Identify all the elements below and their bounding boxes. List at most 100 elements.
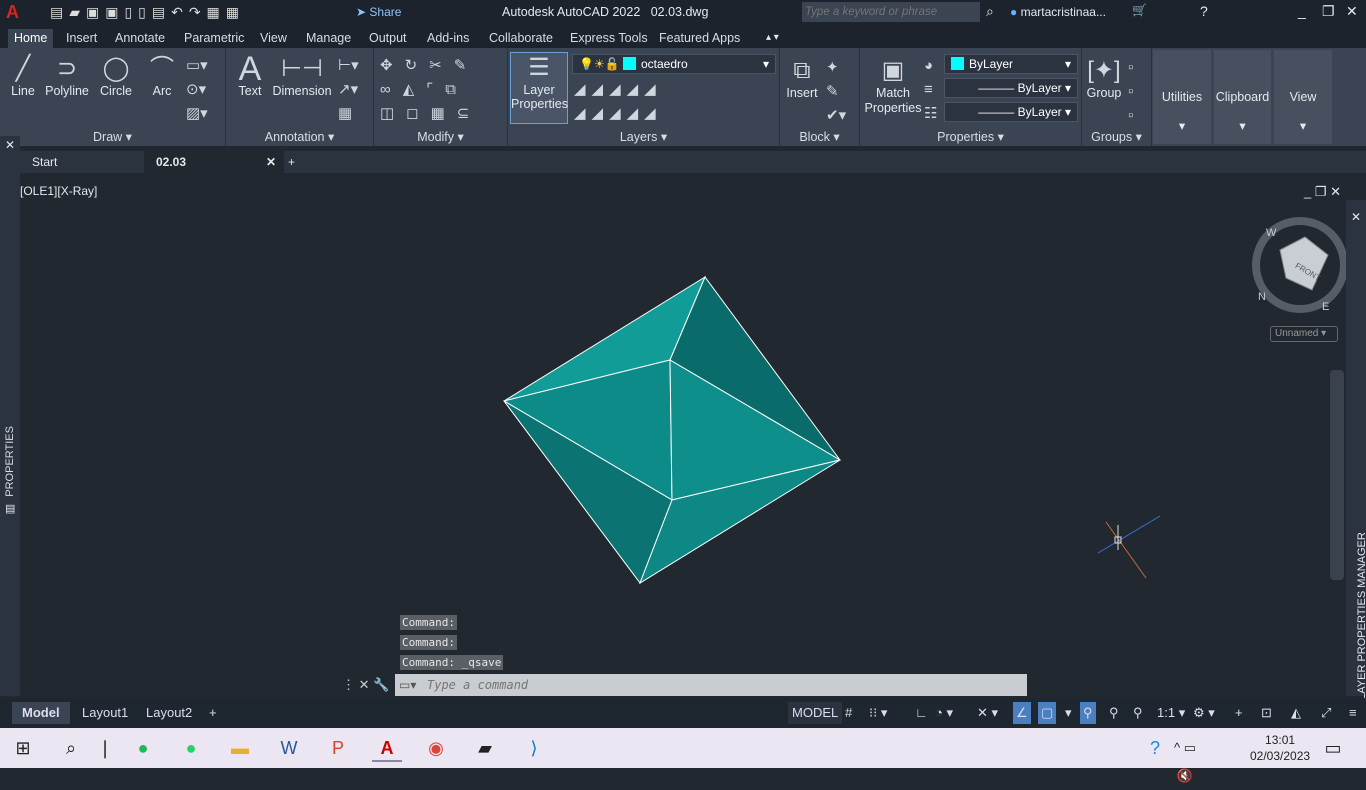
layer-properties-button[interactable]: ☰ Layer Properties	[510, 52, 568, 124]
task-view-icon[interactable]: ❘	[90, 734, 120, 762]
tab-view[interactable]: View	[254, 29, 293, 48]
tab-parametric[interactable]: Parametric	[178, 29, 250, 48]
file-tab-current[interactable]: 02.03 ✕	[144, 151, 284, 173]
command-prompt-icon[interactable]: ▭▾	[399, 678, 416, 692]
annotation-visibility-icon[interactable]: ⚲	[1080, 702, 1096, 724]
layer-tools-row1[interactable]: ◢◢◢◢◢	[574, 80, 662, 98]
linear-dimension-icon[interactable]: ⊢▾	[338, 56, 359, 74]
notifications-icon[interactable]: ▭	[1318, 734, 1348, 762]
workspace-gear-icon[interactable]: ⚙ ▾	[1190, 702, 1218, 724]
object-snap-tracking-icon[interactable]: ∠	[1013, 702, 1031, 724]
add-layout-button[interactable]: +	[206, 702, 220, 724]
utilities-button[interactable]: Utilities ▾	[1153, 50, 1211, 144]
properties-panel-title[interactable]: Properties ▾	[860, 129, 1081, 144]
circle-tool[interactable]: ◯ Circle	[96, 54, 136, 98]
command-line-controls[interactable]: ⋮ ✕ 🔧	[342, 677, 389, 693]
snap-icon[interactable]: ⁝⁝ ▾	[866, 702, 890, 724]
lineweight-dropdown[interactable]: ——— ByLayer ▾	[944, 102, 1078, 122]
match-properties-button[interactable]: ▣ Match Properties	[864, 56, 922, 116]
group-button[interactable]: [✦] Group	[1084, 56, 1124, 100]
share-button[interactable]: ➤ Share	[356, 5, 401, 19]
annotation-scale[interactable]: 1:1 ▾	[1154, 702, 1188, 724]
view-button[interactable]: View ▾	[1274, 50, 1332, 144]
named-view-dropdown[interactable]: Unnamed ▾	[1270, 326, 1338, 342]
block-tools[interactable]: ✦ ✎ ✔▾	[826, 56, 846, 128]
properties-palette-label[interactable]: PROPERTIES	[4, 426, 16, 497]
isodraft-icon[interactable]: ✕ ▾	[974, 702, 1001, 724]
spotify-icon[interactable]: ●	[128, 734, 158, 762]
tab-express-tools[interactable]: Express Tools	[564, 29, 654, 48]
properties-palette-icon[interactable]: ▤	[5, 502, 15, 515]
word-icon[interactable]: W	[274, 734, 304, 762]
user-account[interactable]: ● martacristinaa...	[1010, 5, 1106, 19]
model-space-button[interactable]: MODEL	[788, 702, 843, 724]
text-tool[interactable]: A Text	[232, 52, 268, 98]
clock[interactable]: 13:01 02/03/2023	[1250, 732, 1310, 764]
layers-panel-title[interactable]: Layers ▾	[508, 129, 779, 144]
viewport-window-controls[interactable]: _ ❐ ✕	[1304, 184, 1341, 200]
dimension-tool[interactable]: ⊢⊣ Dimension	[272, 54, 332, 98]
file-explorer-icon[interactable]: ▬	[225, 734, 255, 762]
system-tray-icons[interactable]: ^ ▭ 🔇	[1170, 734, 1200, 783]
layout-tab-layout1[interactable]: Layout1	[76, 702, 134, 724]
leader-icon[interactable]: ↗▾	[338, 80, 358, 98]
layer-dropdown[interactable]: 💡☀🔓 octaedro ▾	[572, 54, 776, 74]
command-input[interactable]	[395, 674, 1027, 696]
annotation-monitor-icon[interactable]: ⚲	[1130, 702, 1146, 724]
tab-home[interactable]: Home	[8, 29, 54, 48]
fullscreen-icon[interactable]: ⤢	[1318, 702, 1334, 724]
restore-button[interactable]: ❐	[1322, 3, 1335, 20]
plus-icon[interactable]: +	[1232, 702, 1246, 724]
modify-tools-row2[interactable]: ∞◭⌜⧉	[380, 80, 468, 98]
rectangle-icon[interactable]: ▭▾	[186, 56, 208, 74]
help-icon[interactable]: ?	[1140, 734, 1170, 762]
layout-tab-layout2[interactable]: Layout2	[140, 702, 198, 724]
linetype-dropdown[interactable]: ——— ByLayer ▾	[944, 78, 1078, 98]
tab-addins[interactable]: Add-ins	[421, 29, 475, 48]
hardware-acceleration-icon[interactable]: ◭	[1288, 702, 1304, 724]
color-dropdown[interactable]: ByLayer ▾	[944, 54, 1078, 74]
tab-featured-apps[interactable]: Featured Apps	[653, 29, 746, 48]
groups-panel-title[interactable]: Groups ▾	[1082, 129, 1151, 144]
search-icon[interactable]: ⌕	[986, 3, 994, 20]
close-button[interactable]: ✕	[1346, 3, 1358, 20]
hatch-icon[interactable]: ▨▾	[186, 104, 208, 122]
close-tab-icon[interactable]: ✕	[266, 155, 276, 169]
polar-icon[interactable]: ◔ ▾	[932, 702, 956, 724]
insert-button[interactable]: ⧉ Insert	[782, 56, 822, 100]
tab-manage[interactable]: Manage	[300, 29, 357, 48]
ellipse-icon[interactable]: ⊙▾	[186, 80, 206, 98]
navigation-bar[interactable]	[1330, 370, 1344, 580]
close-palette-icon[interactable]: ✕	[5, 138, 15, 152]
units-icon[interactable]: ⊡	[1258, 702, 1275, 724]
tab-collaborate[interactable]: Collaborate	[483, 29, 559, 48]
sticky-notes-icon[interactable]: ▰	[470, 734, 500, 762]
quick-access-toolbar[interactable]: ▤▰▣▣▯▯▤↶↷▦▦	[50, 4, 245, 21]
clipboard-button[interactable]: Clipboard ▾	[1214, 50, 1271, 144]
snap-dropdown[interactable]: ▾	[1062, 702, 1075, 724]
vscode-icon[interactable]: ⟩	[519, 734, 549, 762]
viewcube[interactable]: FRONT W N E	[1252, 217, 1346, 313]
octahedron[interactable]	[502, 275, 842, 585]
tab-annotate[interactable]: Annotate	[109, 29, 171, 48]
windows-start-icon[interactable]: ⊞	[8, 734, 38, 762]
properties-palette-bar[interactable]: ✕ PROPERTIES ▤	[0, 136, 20, 696]
annotation-panel-title[interactable]: Annotation ▾	[226, 129, 373, 144]
autocad-logo-icon[interactable]: A	[6, 2, 19, 23]
grid-icon[interactable]: #	[842, 702, 855, 724]
polyline-tool[interactable]: ⊃ Polyline	[42, 54, 92, 98]
minimize-button[interactable]: _	[1298, 3, 1306, 19]
drawing-viewport[interactable]: [OLE1][X-Ray] FRONT W N E Unnamed ▾ _ ❐ …	[20, 178, 1346, 696]
modify-tools-row1[interactable]: ✥↻✂✎	[380, 56, 478, 74]
arc-tool[interactable]: ⌒ Arc	[144, 54, 180, 98]
tab-insert[interactable]: Insert	[60, 29, 103, 48]
layer-properties-palette-label[interactable]: LAYER PROPERTIES MANAGER	[1356, 532, 1366, 700]
help-icon[interactable]: ?	[1200, 3, 1208, 19]
auto-scale-icon[interactable]: ⚲	[1106, 702, 1122, 724]
layer-properties-palette-bar[interactable]: ✕ LAYER PROPERTIES MANAGER	[1346, 200, 1366, 700]
close-palette-icon[interactable]: ✕	[1351, 210, 1361, 224]
block-panel-title[interactable]: Block ▾	[780, 129, 859, 144]
object-snap-icon[interactable]: ▢	[1038, 702, 1057, 724]
tab-output[interactable]: Output	[363, 29, 413, 48]
chrome-icon[interactable]: ◉	[421, 734, 451, 762]
